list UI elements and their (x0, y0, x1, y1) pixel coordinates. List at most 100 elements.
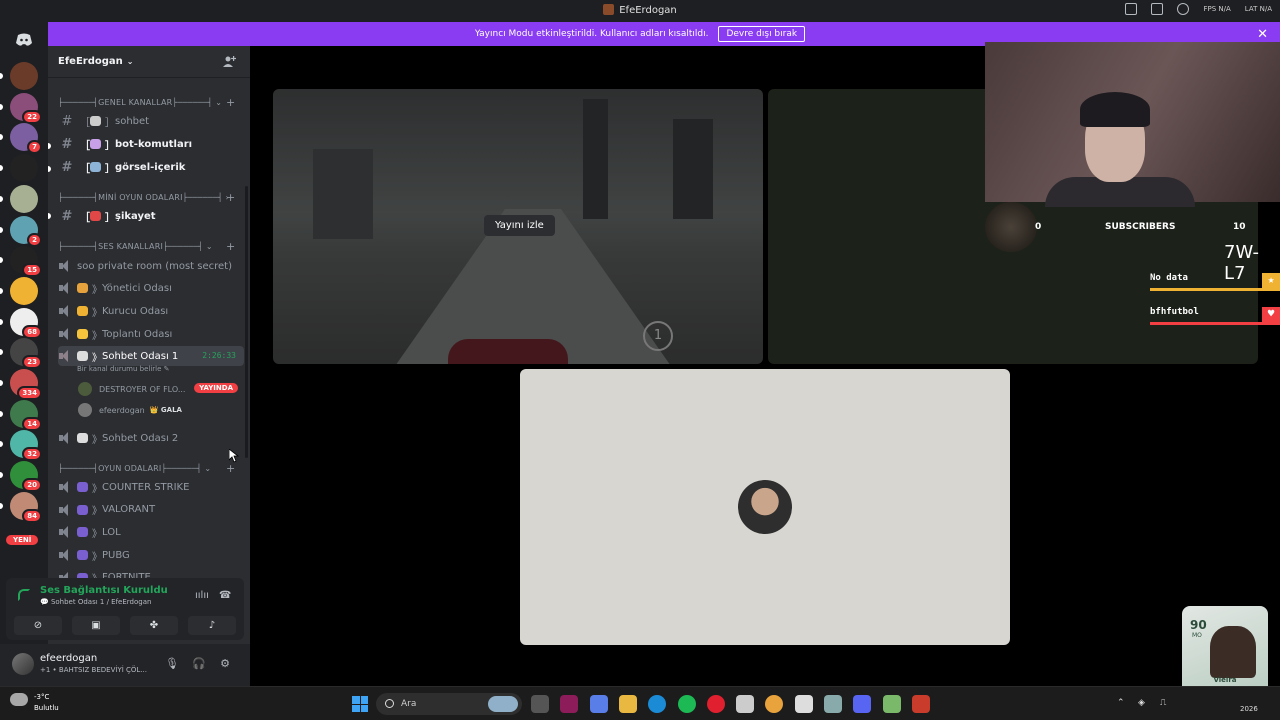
server-icon[interactable]: 7 (10, 123, 42, 155)
mention-badge: 68 (22, 324, 42, 339)
disconnect-icon[interactable]: ☎ (219, 590, 231, 601)
clock-date[interactable]: 2026 (1240, 705, 1270, 716)
server-icon[interactable]: 334 (10, 369, 42, 400)
card-position: MO (1192, 632, 1202, 639)
help-icon[interactable] (1177, 3, 1190, 15)
category-games[interactable]: ├──────┤OYUN ODALARI├──────┤ ⌄ + (58, 462, 235, 475)
voice-member[interactable]: DESTROYER OF FLO... YAYINDA (78, 380, 244, 398)
mention-badge: 15 (22, 263, 42, 278)
voice-channel-sohbet2[interactable]: 》 Sohbet Odası 2 (58, 428, 244, 448)
guild-name: EfeErdogan (58, 56, 123, 67)
channel-label: Sohbet Odası 2 (102, 432, 179, 444)
camera-button[interactable]: ⊘ (14, 616, 62, 635)
file-explorer-icon[interactable] (618, 695, 637, 713)
server-icon[interactable] (10, 62, 38, 90)
terminal-icon[interactable] (560, 695, 579, 713)
headphones-icon[interactable]: 🎧 (192, 657, 206, 671)
voice-location[interactable]: 💬 Sohbet Odası 1 / EfeErdogan (40, 598, 151, 606)
discord-home-icon[interactable] (10, 26, 38, 54)
voice-channel-secret[interactable]: soo private room (most secret) (58, 256, 244, 276)
member-name: efeerdogan (99, 405, 145, 415)
voice-channel-game[interactable]: 》 COUNTER STRIKE (58, 477, 244, 497)
speaker-icon (58, 328, 72, 340)
server-icon[interactable]: 32 (10, 430, 42, 462)
noise-suppression-icon[interactable]: ıılıı (195, 590, 209, 601)
server-icon[interactable] (10, 276, 38, 305)
server-icon[interactable] (10, 184, 38, 213)
taskbar-search[interactable]: Ara (376, 693, 522, 715)
server-icon[interactable]: 20 (10, 461, 42, 493)
stream-tile[interactable]: Yayını izle 1 (273, 89, 763, 364)
voice-connected-label[interactable]: Ses Bağlantısı Kuruldu (40, 585, 168, 596)
chrome-icon[interactable] (765, 695, 784, 713)
xbox-icon[interactable] (882, 695, 901, 713)
watch-stream-button[interactable]: Yayını izle (484, 215, 555, 236)
window-title: EfeErdogan (0, 4, 1280, 16)
server-icon[interactable]: 15 (10, 246, 42, 278)
app-icon[interactable] (736, 695, 755, 713)
edge-icon[interactable] (648, 695, 667, 713)
steam-tray-icon[interactable]: ◈ (1138, 698, 1149, 709)
add-channel-icon[interactable]: + (226, 462, 235, 475)
voice-channel-kurucu[interactable]: 》 Kurucu Odası (58, 301, 244, 321)
channel-bot-komutlari[interactable]: # ［ ］ bot-komutları (58, 134, 244, 154)
user-status[interactable]: +1 • BAHTSIZ BEDEVİYİ ÇÖL... (40, 666, 147, 674)
category-general[interactable]: ├──────┤GENEL KANALLAR├──────┤ ⌄ + (58, 96, 235, 109)
voice-channel-game[interactable]: 》 VALORANT (58, 500, 244, 520)
close-banner-icon[interactable]: ✕ (1257, 27, 1268, 42)
voice-member[interactable]: efeerdogan 👑 GALA (78, 401, 244, 419)
network-tray-icon[interactable]: ⎍ (1160, 698, 1171, 709)
game-app-icon[interactable] (911, 695, 930, 713)
voice-channel-toplanti[interactable]: 》 Toplantı Odası (58, 324, 244, 344)
microphone-icon[interactable]: 🎙 (165, 657, 179, 671)
voice-channel-game[interactable]: 》 PUBG (58, 545, 244, 565)
steam-icon[interactable] (794, 695, 813, 713)
channel-sikayet[interactable]: # ［ ］ şikayet (58, 206, 244, 226)
settings-app-icon[interactable] (824, 695, 842, 713)
participant-tile-self[interactable] (520, 369, 1010, 645)
invite-user-icon[interactable] (223, 55, 236, 68)
channel-status-prompt[interactable]: Bir kanal durumu belirle ✎ (77, 365, 170, 373)
add-channel-icon[interactable]: + (226, 191, 235, 204)
guild-header[interactable]: EfeErdogan ⌄ (48, 46, 250, 78)
discord-taskbar-icon[interactable] (853, 695, 872, 713)
channel-sohbet[interactable]: # ［ ］ sohbet (58, 111, 244, 131)
task-view-icon[interactable] (531, 695, 549, 713)
voice-channel-sohbet1[interactable]: 》 Sohbet Odası 1 2:26:33 (58, 346, 244, 366)
spotify-icon[interactable] (677, 695, 696, 713)
channel-gorsel-icerik[interactable]: # ［ ］ görsel-içerik (58, 157, 244, 177)
copilot-icon[interactable] (589, 695, 608, 713)
server-icon[interactable] (10, 154, 38, 183)
tray-chevron-icon[interactable]: ⌃ (1117, 698, 1128, 709)
settings-gear-icon[interactable]: ⚙ (218, 657, 232, 671)
category-mini[interactable]: ├──────┤MİNİ OYUN ODALARI├──────┤ › + (58, 191, 235, 204)
speedometer: 1 (643, 321, 673, 351)
soundboard-button[interactable]: ♪ (188, 616, 236, 635)
inbox-icon[interactable] (1125, 3, 1138, 15)
windows-start-icon[interactable] (352, 696, 368, 712)
user-name[interactable]: efeerdogan (40, 653, 97, 664)
voice-channel-yonetici[interactable]: 》 Yönetici Odası (58, 278, 244, 298)
window-title-text: EfeErdogan (619, 5, 677, 16)
signal-icon[interactable] (18, 589, 30, 601)
server-icon[interactable]: 84 (10, 491, 42, 523)
server-icon[interactable]: 14 (10, 399, 42, 431)
screen-icon[interactable] (1151, 3, 1164, 15)
opera-icon[interactable] (706, 695, 725, 713)
add-channel-icon[interactable]: + (226, 240, 235, 253)
member-name: DESTROYER OF FLO... (99, 384, 186, 394)
server-icon[interactable]: 23 (10, 338, 42, 370)
user-avatar[interactable] (12, 653, 34, 675)
activities-button[interactable]: ✤ (130, 616, 178, 635)
server-icon[interactable]: 22 (10, 92, 42, 124)
voice-channel-game[interactable]: 》 LOL (58, 522, 244, 542)
latency-readout: LAT N/A (1244, 5, 1272, 13)
sidebar-scrollbar[interactable] (245, 186, 248, 458)
sos-icon (90, 211, 101, 221)
category-voice[interactable]: ├──────┤SES KANALLARI├──────┤ ⌄ + (58, 240, 235, 253)
server-icon[interactable]: 2 (10, 215, 42, 247)
server-icon[interactable]: 68 (10, 307, 42, 339)
screen-share-button[interactable]: ▣ (72, 616, 120, 635)
add-channel-icon[interactable]: + (226, 96, 235, 109)
disable-streamer-mode-button[interactable]: Devre dışı bırak (718, 26, 806, 42)
